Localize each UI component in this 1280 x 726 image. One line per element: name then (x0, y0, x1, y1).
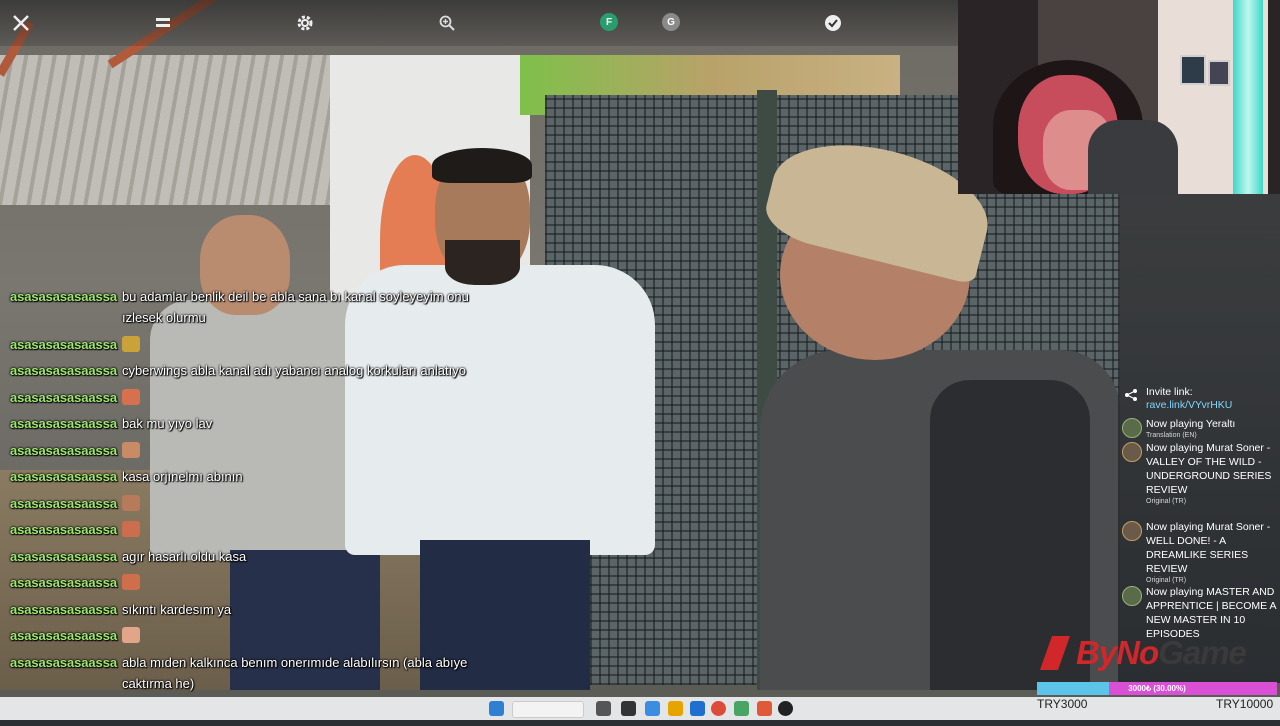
donation-start-label: TRY3000 (1037, 697, 1088, 711)
search-box[interactable] (512, 701, 584, 718)
flag-emote (121, 335, 140, 352)
chat-text: bak mu yıyo lav (121, 416, 213, 431)
obs-icon[interactable] (778, 701, 793, 716)
chat-message: asasasasasaassa (10, 625, 530, 646)
chat-text: agır hasarlı oldu kasa (121, 548, 247, 564)
app-icon[interactable] (757, 701, 772, 716)
logo-mark-icon (1040, 636, 1070, 670)
now-playing-subtitle: Original (TR) (1146, 577, 1187, 584)
store-icon[interactable] (690, 701, 705, 716)
menu-icon[interactable] (151, 11, 175, 35)
widgets-icon[interactable] (621, 701, 636, 716)
chat-username[interactable]: asasasasasaassa (10, 572, 117, 593)
chat-text: bu adamlar benlik deil be abla sana bı k… (121, 289, 469, 325)
chat-message: asasasasasaassa (10, 334, 530, 355)
folder-icon[interactable] (668, 701, 683, 716)
now-playing-title: Now playing Murat Soner - WELL DONE! - A… (1146, 521, 1271, 575)
avatar (1122, 521, 1142, 541)
chat-username[interactable]: asasasasasaassa (10, 387, 117, 408)
avatar (1122, 442, 1142, 462)
invite-label: Invite link: (1146, 386, 1193, 398)
chat-username[interactable]: asasasasasaassa (10, 625, 117, 646)
now-playing-subtitle: Translation (EN) (1146, 432, 1197, 439)
now-playing-subtitle: Original (TR) (1146, 498, 1187, 505)
chat-username[interactable]: asasasasasaassa (10, 360, 117, 381)
now-playing-item: Now playing Murat Soner - VALLEY OF THE … (1122, 441, 1278, 506)
gear-icon[interactable] (293, 11, 317, 35)
f-badge-icon[interactable]: F (600, 13, 618, 31)
zoom-icon[interactable] (435, 11, 459, 35)
chat-text: sıkıntı kardesım ya (121, 601, 232, 617)
chat-username[interactable]: asasasasasaassa (10, 652, 117, 694)
logo-text-suffix: Game (1158, 634, 1247, 671)
chat-message: asasasasasaassa (10, 519, 530, 540)
chat-username[interactable]: asasasasasaassa (10, 546, 117, 567)
logo-text-prefix: ByNo (1076, 634, 1159, 671)
chat-username[interactable]: asasasasasaassa (10, 599, 117, 620)
chat-message: asasasasasaassa (10, 387, 530, 408)
chat-message: asasasasasaassa (10, 572, 530, 593)
chat-text: kasa orjınelmı abının (121, 469, 243, 484)
taskbar (0, 697, 1280, 720)
chat-username[interactable]: asasasasasaassa (10, 440, 117, 461)
chat-username[interactable]: asasasasasaassa (10, 493, 117, 514)
windows-start-icon[interactable] (489, 701, 504, 716)
chat-text: cyberwings abla kanal adı yabancı analog… (121, 363, 466, 378)
chat-username[interactable]: asasasasasaassa (10, 334, 117, 355)
now-playing-item: Now playing Murat Soner - WELL DONE! - A… (1122, 520, 1278, 585)
chat-message: asasasasasaassa abla mıden kalkınca benım… (10, 652, 530, 694)
donation-goal-label: 3000₺ (30.00%) (1128, 684, 1186, 693)
chat-text: abla mıden kalkınca benım onerımıde alab… (121, 654, 468, 691)
face-emote (121, 494, 140, 511)
chat-message: asasasasasaassa cyberwings abla kanal adı… (10, 360, 530, 381)
chrome-icon[interactable] (711, 701, 726, 716)
chat-message: asasasasasaassa sıkıntı kardesım ya (10, 599, 530, 620)
now-playing-item: Now playing Yeraltı Translation (EN) (1122, 417, 1278, 440)
share-icon[interactable] (1124, 388, 1138, 405)
chat-message: asasasasasaassa bak mu yıyo lav (10, 413, 530, 434)
app-icon[interactable] (645, 701, 660, 716)
now-playing-title: Now playing Murat Soner - VALLEY OF THE … (1146, 442, 1272, 496)
now-playing-title: Now playing Yeraltı (1146, 418, 1236, 430)
avatar (1122, 586, 1142, 606)
chat-overlay: asasasasasaassa bu adamlar benlik deil be… (10, 286, 530, 726)
hand-emote (121, 627, 140, 643)
face-emote (121, 441, 140, 458)
invite-link: Invite link: rave.link/VYvrHKU (1124, 386, 1280, 412)
face-emote (121, 388, 140, 405)
close-icon[interactable] (9, 11, 33, 35)
webcam-overlay (958, 0, 1280, 194)
donation-target-label: TRY10000 (1216, 697, 1274, 711)
chat-username[interactable]: asasasasasaassa (10, 519, 117, 540)
chat-message: asasasasasaassa bu adamlar benlik deil be… (10, 286, 530, 328)
avatar (1122, 418, 1142, 438)
check-icon[interactable] (821, 11, 845, 35)
face-emote (121, 521, 140, 537)
invite-url[interactable]: rave.link/VYvrHKU (1146, 399, 1232, 411)
chat-username[interactable]: asasasasasaassa (10, 466, 117, 487)
chat-username[interactable]: asasasasasaassa (10, 413, 117, 434)
task-view-icon[interactable] (596, 701, 611, 716)
chat-message: asasasasasaassa agır hasarlı oldu kasa (10, 546, 530, 567)
chat-message: asasasasasaassa (10, 493, 530, 514)
g-badge-icon[interactable]: G (662, 13, 680, 31)
channel-logo: ByNoGame (1040, 632, 1247, 674)
player-toolbar: F G (0, 0, 958, 46)
chat-username[interactable]: asasasasasaassa (10, 286, 117, 328)
app-icon[interactable] (734, 701, 749, 716)
chat-message: asasasasasaassa kasa orjınelmı abının (10, 466, 530, 487)
donation-goal-bar: 3000₺ (30.00%) (1037, 682, 1277, 695)
face-emote (121, 574, 140, 590)
chat-message: asasasasasaassa (10, 440, 530, 461)
